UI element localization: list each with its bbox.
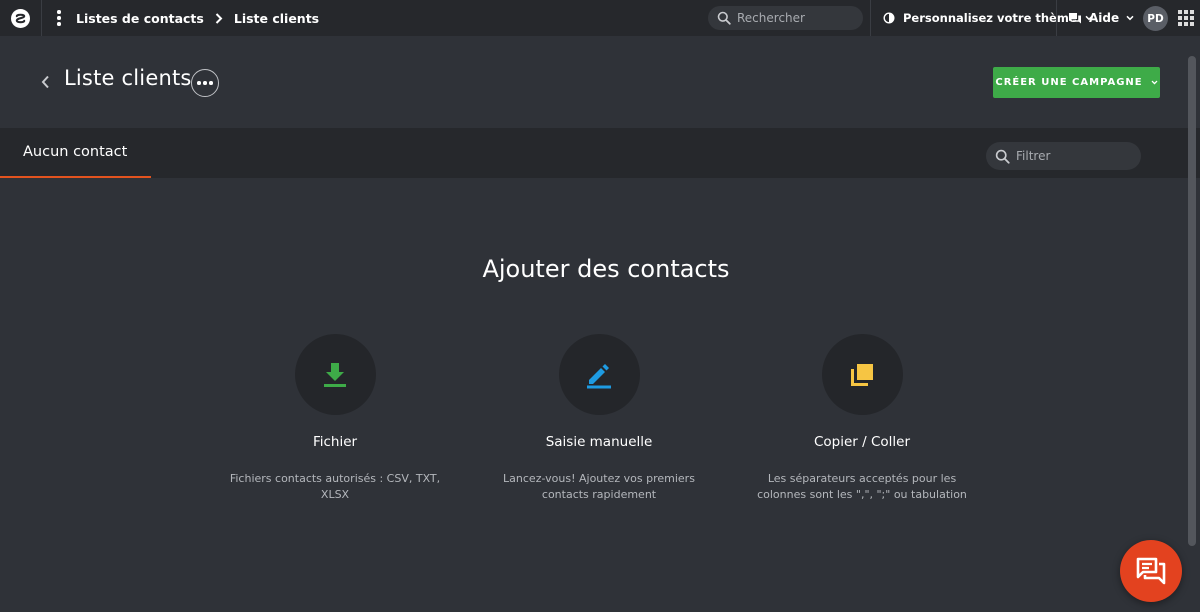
tab-bar: Aucun contact xyxy=(0,128,1200,178)
app-logo[interactable] xyxy=(0,0,42,36)
scrollbar[interactable] xyxy=(1188,56,1196,546)
theme-label: Personnalisez votre thème xyxy=(903,11,1077,25)
pencil-icon xyxy=(558,334,640,415)
add-contacts-title: Ajouter des contacts xyxy=(482,255,730,283)
breadcrumb-current-list: Liste clients xyxy=(233,10,320,26)
global-search[interactable] xyxy=(708,6,863,30)
logo-icon xyxy=(11,8,30,28)
page-title: Liste clients xyxy=(64,66,192,90)
breadcrumb-contact-lists[interactable]: Listes de contacts xyxy=(76,11,204,26)
create-campaign-label: CRÉER UNE CAMPAGNE xyxy=(995,77,1143,88)
option-copy-paste-label: Copier / Coller xyxy=(813,434,911,450)
filter-field[interactable] xyxy=(986,142,1141,170)
help-menu[interactable]: Aide xyxy=(1068,0,1134,36)
option-file-label: Fichier xyxy=(312,434,358,450)
option-copy-paste-description: Les séparateurs acceptés pour les colonn… xyxy=(757,472,967,501)
tab-no-contact[interactable]: Aucun contact xyxy=(0,128,151,178)
option-manual-entry-label: Saisie manuelle xyxy=(545,434,653,450)
chevron-down-icon xyxy=(1126,15,1134,21)
copy-icon xyxy=(821,334,903,415)
help-label: Aide xyxy=(1089,11,1120,25)
search-icon xyxy=(995,149,1010,164)
divider xyxy=(1056,0,1057,36)
chat-bubbles-icon xyxy=(1069,12,1081,23)
menu-kebab-icon[interactable] xyxy=(42,0,76,36)
download-icon xyxy=(294,334,376,415)
filter-input[interactable] xyxy=(1016,149,1126,163)
chevron-right-icon xyxy=(204,12,234,24)
apps-grid-icon[interactable] xyxy=(1178,10,1194,26)
search-input[interactable] xyxy=(737,11,847,25)
create-campaign-button[interactable]: CRÉER UNE CAMPAGNE xyxy=(993,67,1160,98)
theme-selector[interactable]: Personnalisez votre thème xyxy=(883,0,1093,36)
more-options-button[interactable] xyxy=(191,69,219,97)
back-chevron-icon[interactable] xyxy=(37,72,53,92)
option-file-description: Fichiers contacts autorisés : CSV, TXT, … xyxy=(229,472,441,501)
chevron-down-icon xyxy=(1151,80,1158,85)
option-file[interactable]: Fichier Fichiers contacts autorisés : CS… xyxy=(215,334,455,503)
chat-icon xyxy=(1136,557,1166,585)
option-copy-paste[interactable]: Copier / Coller Les séparateurs acceptés… xyxy=(742,334,982,503)
divider xyxy=(870,0,871,36)
search-icon xyxy=(717,11,731,25)
option-manual-entry[interactable]: Saisie manuelle Lancez-vous! Ajoutez vos… xyxy=(479,334,719,503)
option-manual-entry-description: Lancez-vous! Ajoutez vos premiers contac… xyxy=(503,472,695,501)
user-avatar[interactable]: PD xyxy=(1143,6,1168,31)
contrast-icon xyxy=(883,12,895,24)
chat-support-button[interactable] xyxy=(1120,540,1182,602)
